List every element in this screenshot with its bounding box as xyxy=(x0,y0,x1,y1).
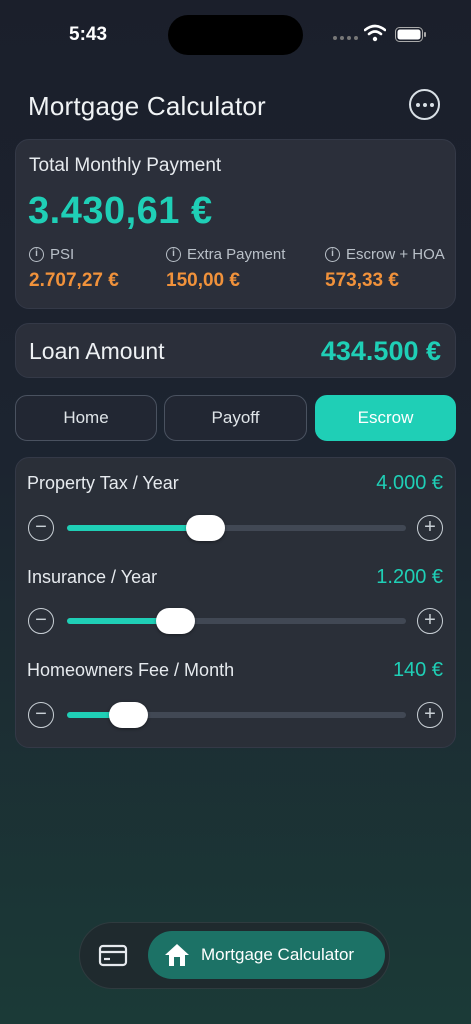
property-tax-slider[interactable] xyxy=(67,515,406,541)
insurance-label: Insurance / Year xyxy=(27,567,158,587)
info-icon[interactable]: i xyxy=(166,247,181,262)
plus-icon[interactable]: + xyxy=(417,608,443,634)
tab-mortgage-calculator[interactable]: Mortgage Calculator xyxy=(148,931,385,979)
status-bar: 5:43 xyxy=(0,0,471,70)
loan-amount-label: Loan Amount xyxy=(29,338,165,364)
property-tax-label: Property Tax / Year xyxy=(27,473,179,493)
breakdown-label: Extra Payment xyxy=(187,246,286,263)
escrow-sliders-card: Property Tax / Year 4.000 € − + Insuranc… xyxy=(15,457,456,748)
breakdown-value: 150,00 € xyxy=(166,270,240,291)
property-tax-value: 4.000 € xyxy=(376,472,443,494)
insurance-value: 1.200 € xyxy=(376,566,443,588)
info-icon[interactable]: i xyxy=(325,247,340,262)
card-icon[interactable] xyxy=(98,943,128,969)
slider-fill xyxy=(67,525,206,531)
slider-thumb[interactable] xyxy=(108,702,148,728)
info-icon[interactable]: i xyxy=(29,247,44,262)
total-payment-value: 3.430,61 € xyxy=(28,190,213,232)
homeowners-fee-value: 140 € xyxy=(392,659,443,681)
payment-summary-card: Total Monthly Payment 3.430,61 € i PSI 2.… xyxy=(15,139,456,309)
plus-icon[interactable]: + xyxy=(417,702,443,728)
tab-payoff[interactable]: Payoff xyxy=(164,395,307,441)
total-payment-label: Total Monthly Payment xyxy=(29,155,222,176)
homeowners-fee-label: Homeowners Fee / Month xyxy=(27,660,235,680)
breakdown-label: Escrow + HOA xyxy=(346,246,445,263)
slider-thumb[interactable] xyxy=(186,515,226,541)
homeowners-fee-slider[interactable] xyxy=(67,702,406,728)
home-icon xyxy=(165,944,189,966)
breakdown-psi: i PSI 2.707,27 € xyxy=(29,246,119,292)
tab-label: Mortgage Calculator xyxy=(201,945,355,964)
battery-icon xyxy=(395,27,426,42)
more-icon[interactable] xyxy=(409,89,440,120)
tab-home[interactable]: Home xyxy=(15,395,157,441)
bottom-tab-bar: Mortgage Calculator xyxy=(79,922,390,989)
minus-icon[interactable]: − xyxy=(28,702,54,728)
breakdown-extra-payment: i Extra Payment 150,00 € xyxy=(166,246,285,292)
signal-icon xyxy=(333,36,358,40)
minus-icon[interactable]: − xyxy=(28,608,54,634)
breakdown-label: PSI xyxy=(50,246,75,263)
breakdown-value: 2.707,27 € xyxy=(29,270,119,291)
breakdown-value: 573,33 € xyxy=(325,270,399,291)
loan-amount-card[interactable]: Loan Amount 434.500 € xyxy=(15,323,456,378)
wifi-icon xyxy=(364,24,386,42)
slider-thumb[interactable] xyxy=(155,608,195,634)
tab-escrow[interactable]: Escrow xyxy=(315,395,456,441)
page-title: Mortgage Calculator xyxy=(28,91,266,121)
breakdown-escrow-hoa: i Escrow + HOA 573,33 € xyxy=(325,246,445,292)
dynamic-island xyxy=(168,15,303,55)
insurance-slider[interactable] xyxy=(67,608,406,634)
plus-icon[interactable]: + xyxy=(417,515,443,541)
loan-amount-value: 434.500 € xyxy=(320,336,441,366)
status-time: 5:43 xyxy=(69,24,108,45)
minus-icon[interactable]: − xyxy=(28,515,54,541)
